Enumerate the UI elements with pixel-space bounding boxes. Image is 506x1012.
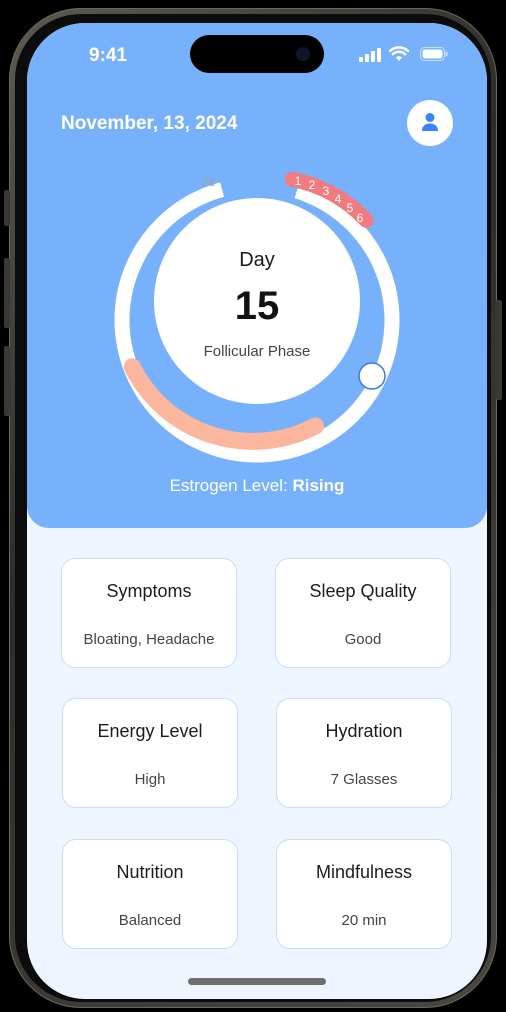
card-title: Mindfulness: [315, 862, 413, 882]
volume-down-button: [4, 346, 10, 416]
current-day-handle[interactable]: [358, 362, 386, 390]
card-title: Nutrition: [116, 862, 184, 882]
period-day-2-label: 2: [309, 178, 316, 192]
card-title: Sleep Quality: [309, 581, 417, 601]
estrogen-label: Estrogen Level:: [169, 476, 288, 495]
day-display-circle: [154, 198, 360, 404]
action-button: [4, 190, 10, 226]
period-day-3-label: 3: [323, 184, 330, 198]
card-value: Bloating, Headache: [83, 631, 215, 648]
estrogen-level: Estrogen Level: Rising: [27, 476, 487, 496]
card-title: Hydration: [325, 721, 403, 741]
period-day-5-label: 5: [347, 201, 354, 215]
cycle-day-28-label: 28: [202, 175, 216, 189]
screen: 9:41 November, 13, 2024 28 1 2 3 4 5 6 D…: [27, 23, 487, 999]
estrogen-value: Rising: [292, 476, 345, 495]
home-indicator[interactable]: [188, 978, 326, 985]
card-value: 20 min: [341, 912, 387, 929]
period-day-1-label: 1: [295, 174, 302, 188]
nutrition-card[interactable]: Nutrition Balanced: [62, 839, 238, 949]
card-value: Balanced: [118, 912, 182, 929]
card-title: Energy Level: [97, 721, 203, 741]
card-value: High: [134, 771, 166, 788]
period-day-4-label: 4: [335, 192, 342, 206]
cycle-ring: 28 1 2 3 4 5 6: [114, 171, 400, 463]
mindfulness-card[interactable]: Mindfulness 20 min: [276, 839, 452, 949]
card-value: Good: [344, 631, 382, 648]
sleep-quality-card[interactable]: Sleep Quality Good: [275, 558, 451, 668]
power-button: [496, 300, 502, 400]
energy-level-card[interactable]: Energy Level High: [62, 698, 238, 808]
cycle-ring-gap: [219, 175, 300, 201]
hydration-card[interactable]: Hydration 7 Glasses: [276, 698, 452, 808]
period-day-6-label: 6: [357, 211, 364, 225]
symptoms-card[interactable]: Symptoms Bloating, Headache: [61, 558, 237, 668]
volume-up-button: [4, 258, 10, 328]
card-value: 7 Glasses: [330, 771, 398, 788]
card-title: Symptoms: [106, 581, 192, 601]
